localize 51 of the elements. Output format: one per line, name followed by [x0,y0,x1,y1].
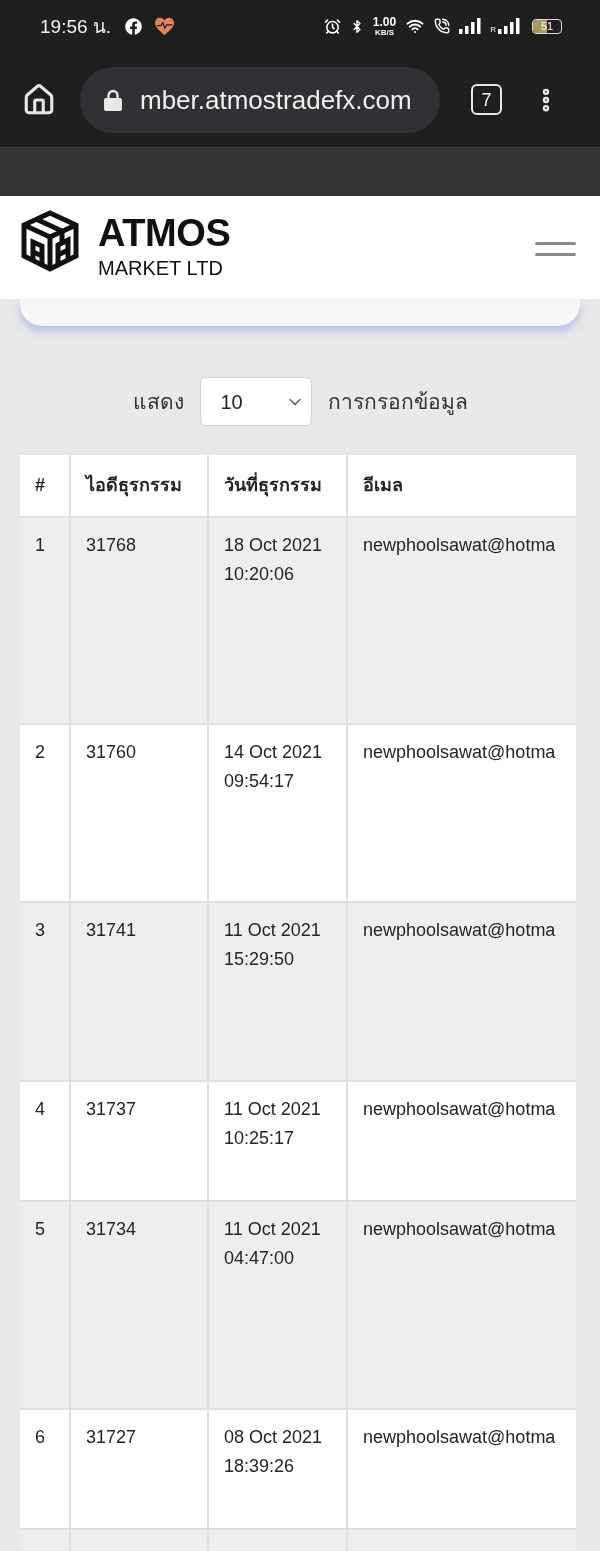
table-cell-text: 3 [35,919,46,942]
signal-icon [498,18,520,34]
table-cell-text: 5 [35,1218,46,1241]
roaming-label: R [490,26,496,34]
table-cell-text: newphoolsawat@hotma [363,534,557,557]
table-cell-text: 11 Oct 2021 04:47:00 [224,1218,322,1270]
table-cell-text: 31741 [86,919,138,942]
wifi-call-icon [434,18,451,34]
table-header-cell-text: อีเมล [362,474,404,497]
table-cell-text: 1 [35,534,46,557]
show-label: แสดง [132,388,184,415]
network-speed: 1.00 [372,15,397,28]
table-cell-text: 31768 [86,534,138,557]
table-cell-text: 18 Oct 2021 10:20:06 [224,534,324,586]
entries-select[interactable]: 10 [199,377,312,426]
table-cell-text: 2 [35,741,46,764]
clock-time: 19:56 น. [40,16,112,36]
table-cell-text: 31734 [86,1218,138,1241]
table-cell-text: newphoolsawat@hotma [363,1426,557,1449]
brand-subtitle: MARKET LTD [98,258,224,278]
alarm-icon [323,17,341,35]
brand-name: ATMOS [98,214,231,252]
table-cell-text: 31737 [86,1098,138,1121]
table-cell-text: 6 [35,1426,46,1449]
table-cell-text: 4 [35,1098,46,1121]
signal-icon [459,18,482,34]
table-cell-text: 14 Oct 2021 09:54:17 [224,741,324,793]
table-cell-text: newphoolsawat@hotma [363,1098,557,1121]
wifi-icon [405,17,426,35]
network-speed-unit: KB/S [374,28,395,37]
table-cell-text: newphoolsawat@hotma [363,919,557,942]
lock-icon [104,88,122,111]
menu-icon[interactable] [535,242,576,256]
table-header-cell: วันที่ธุรกรรม [209,455,348,516]
battery-percentage: 51 [539,19,555,33]
address-bar[interactable]: mber.atmostradefx.com [80,66,440,133]
table-cell-text: 31727 [86,1426,138,1449]
heart-pulse-icon [154,16,176,36]
table-cell-text: 11 Oct 2021 10:25:17 [224,1098,322,1150]
facebook-icon [125,17,143,35]
home-icon[interactable] [22,82,56,117]
entries-label: การกรอกข้อมูล [327,388,468,417]
table-cell-text: newphoolsawat@hotma [363,1218,557,1241]
cube-logo-icon [20,210,80,272]
table-header-cell: ไอดีธุรกรรม [71,455,209,516]
table-header-cell: # [20,455,71,516]
tab-count-button[interactable]: 7 [471,84,502,115]
table-cell-text: 11 Oct 2021 15:29:50 [224,919,322,971]
table-cell-text: 08 Oct 2021 18:39:26 [224,1426,324,1478]
table-cell-text: 31760 [86,741,138,764]
table-cell-text: newphoolsawat@hotma [363,741,557,764]
